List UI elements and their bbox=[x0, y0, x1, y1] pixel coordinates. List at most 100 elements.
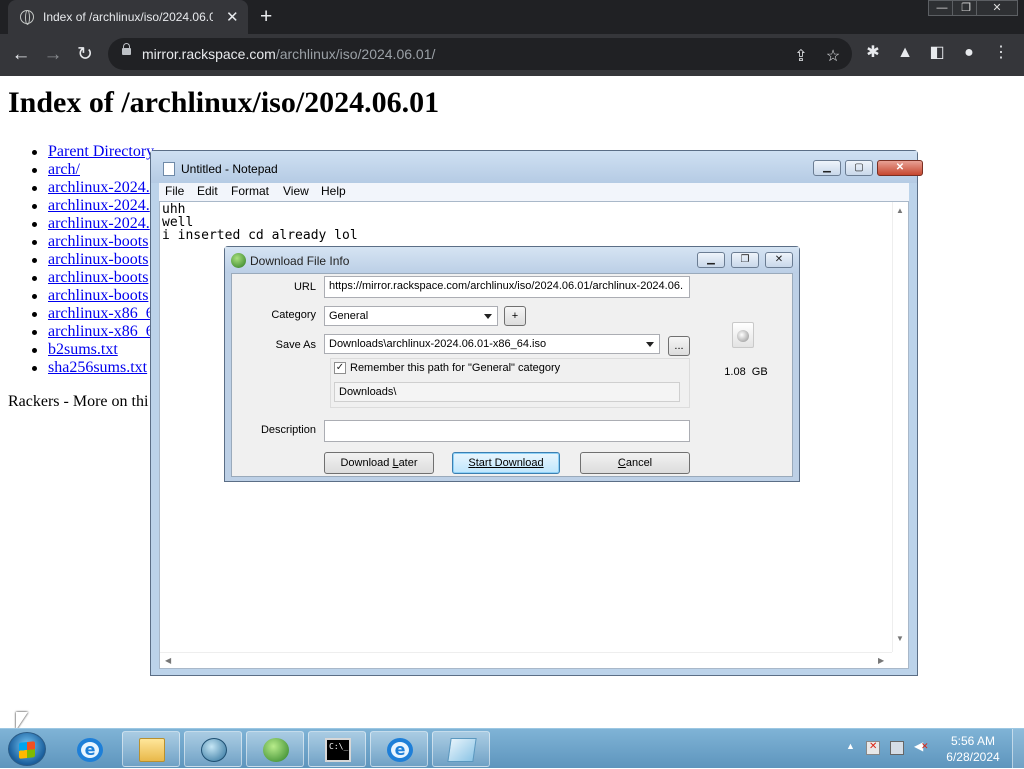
new-tab-button[interactable]: + bbox=[260, 5, 272, 29]
menu-help[interactable]: Help bbox=[321, 184, 346, 198]
dialog-titlebar[interactable]: Download File Info ▁ ❐ ✕ bbox=[225, 247, 799, 273]
list-item: archlinux-x86_6 bbox=[31, 323, 154, 341]
taskbar-chrome[interactable] bbox=[184, 731, 242, 767]
menu-view[interactable]: View bbox=[283, 184, 309, 198]
notepad-titlebar[interactable]: Untitled - Notepad ▁ ▢ ✕ bbox=[151, 151, 923, 183]
show-desktop-button[interactable] bbox=[1012, 729, 1024, 769]
menu-kebab-icon[interactable]: ⋮ bbox=[990, 42, 1012, 64]
notepad-close-button[interactable]: ✕ bbox=[877, 160, 923, 176]
start-button[interactable] bbox=[8, 732, 46, 766]
directory-link[interactable]: archlinux-boots bbox=[48, 233, 148, 250]
menu-edit[interactable]: Edit bbox=[197, 184, 218, 198]
dialog-body: URL https://mirror.rackspace.com/archlin… bbox=[231, 273, 793, 477]
directory-link[interactable]: archlinux-2024. bbox=[48, 215, 150, 232]
list-item: Parent Directory bbox=[31, 143, 154, 161]
description-field[interactable] bbox=[324, 420, 690, 442]
directory-link[interactable]: archlinux-boots bbox=[48, 287, 148, 304]
taskbar-ie[interactable]: e bbox=[370, 731, 428, 767]
chevron-down-icon bbox=[646, 342, 654, 347]
address-bar[interactable]: mirror.rackspace.com/archlinux/iso/2024.… bbox=[108, 38, 852, 70]
labs-flask-icon[interactable]: ▲ bbox=[894, 42, 916, 64]
button-text: S bbox=[468, 457, 476, 469]
button-text: ater bbox=[398, 457, 418, 469]
forward-arrow-icon[interactable]: → bbox=[40, 42, 66, 68]
internet-explorer-icon: e bbox=[77, 738, 103, 762]
notepad-icon bbox=[447, 738, 477, 762]
notepad-title: Untitled - Notepad bbox=[181, 162, 278, 176]
taskbar-ie-pinned[interactable]: e bbox=[60, 731, 118, 767]
notepad-maximize-button[interactable]: ▢ bbox=[845, 160, 873, 176]
horizontal-scrollbar[interactable]: ◀ ▶ bbox=[160, 652, 892, 668]
scroll-up-icon[interactable]: ▲ bbox=[896, 206, 904, 215]
browser-toolbar: ← → ↻ mirror.rackspace.com/archlinux/iso… bbox=[0, 34, 1024, 76]
bookmark-star-icon[interactable]: ☆ bbox=[822, 46, 844, 68]
share-icon[interactable]: ⇪ bbox=[790, 46, 812, 68]
download-later-button[interactable]: Download Later bbox=[324, 452, 434, 474]
page-footer: Rackers - More on thi bbox=[8, 393, 149, 410]
taskbar-notepad[interactable] bbox=[432, 731, 490, 767]
back-arrow-icon[interactable]: ← bbox=[8, 42, 34, 68]
chevron-down-icon bbox=[484, 314, 492, 319]
description-label: Description bbox=[260, 424, 316, 436]
cancel-button[interactable]: Cancel bbox=[580, 452, 690, 474]
dialog-restore-button[interactable]: ❐ bbox=[731, 252, 759, 268]
download-dialog: Download File Info ▁ ❐ ✕ URL https://mir… bbox=[224, 246, 800, 482]
list-item: sha256sums.txt bbox=[31, 359, 154, 377]
scroll-right-icon[interactable]: ▶ bbox=[878, 656, 884, 665]
action-center-flag-icon[interactable]: ✕ bbox=[866, 741, 880, 755]
tab-close-icon[interactable]: ✕ bbox=[226, 8, 239, 26]
command-prompt-icon: C:\_ bbox=[325, 738, 351, 762]
remember-path-checkbox[interactable]: ✓ bbox=[334, 362, 346, 374]
directory-link[interactable]: archlinux-x86_6 bbox=[48, 305, 154, 322]
dialog-minimize-button[interactable]: ▁ bbox=[697, 252, 725, 268]
taskbar-cmd[interactable]: C:\_ bbox=[308, 731, 366, 767]
url-path: /archlinux/iso/2024.06.01/ bbox=[275, 46, 436, 62]
button-text: tart Download bbox=[475, 457, 544, 469]
url-field[interactable]: https://mirror.rackspace.com/archlinux/i… bbox=[324, 276, 690, 298]
file-size: 1.08 GB bbox=[724, 366, 768, 378]
category-select[interactable]: General bbox=[324, 306, 498, 326]
directory-link[interactable]: archlinux-boots bbox=[48, 269, 148, 286]
address-url: mirror.rackspace.com/archlinux/iso/2024.… bbox=[142, 46, 435, 62]
taskbar-explorer[interactable] bbox=[122, 731, 180, 767]
internet-explorer-icon: e bbox=[387, 738, 413, 762]
extensions-puzzle-icon[interactable]: ✱ bbox=[862, 42, 884, 64]
menu-format[interactable]: Format bbox=[231, 184, 269, 198]
directory-link[interactable]: archlinux-2024. bbox=[48, 197, 150, 214]
window-close-button[interactable]: ✕ bbox=[976, 0, 1018, 16]
directory-link[interactable]: arch/ bbox=[48, 161, 80, 178]
vertical-scrollbar[interactable]: ▲ ▼ bbox=[892, 202, 908, 652]
button-text: C bbox=[617, 457, 626, 469]
dialog-close-button[interactable]: ✕ bbox=[765, 252, 793, 268]
list-item: archlinux-2024. bbox=[31, 215, 154, 233]
taskbar-idm[interactable] bbox=[246, 731, 304, 767]
url-label: URL bbox=[293, 281, 316, 293]
directory-link[interactable]: sha256sums.txt bbox=[48, 359, 147, 376]
side-panel-icon[interactable]: ◧ bbox=[926, 42, 948, 64]
list-item: archlinux-boots bbox=[31, 269, 154, 287]
scroll-down-icon[interactable]: ▼ bbox=[896, 634, 904, 643]
tray-expand-icon[interactable]: ▲ bbox=[846, 741, 855, 751]
browse-button[interactable]: ... bbox=[668, 336, 690, 356]
start-download-button[interactable]: Start Download bbox=[452, 452, 560, 474]
reload-icon[interactable]: ↻ bbox=[72, 42, 98, 68]
scroll-left-icon[interactable]: ◀ bbox=[165, 656, 171, 665]
lock-icon bbox=[122, 43, 131, 55]
system-tray: ▲ ✕ ◀ ✕ 5:56 AM 6/28/2024 bbox=[846, 729, 1024, 769]
directory-link[interactable]: b2sums.txt bbox=[48, 341, 118, 358]
add-category-button[interactable]: + bbox=[504, 306, 526, 326]
menu-file[interactable]: File bbox=[165, 184, 184, 198]
saveas-select[interactable]: Downloads\archlinux-2024.06.01-x86_64.is… bbox=[324, 334, 660, 354]
category-value: General bbox=[329, 310, 369, 322]
volume-muted-icon[interactable]: ◀ ✕ bbox=[914, 739, 929, 755]
directory-link[interactable]: Parent Directory bbox=[48, 143, 154, 160]
globe-icon bbox=[20, 10, 34, 25]
directory-link[interactable]: archlinux-x86_6 bbox=[48, 323, 154, 340]
taskbar-clock[interactable]: 5:56 AM 6/28/2024 bbox=[942, 733, 1004, 765]
browser-tab[interactable]: Index of /archlinux/iso/2024.06.01/ ✕ bbox=[8, 0, 248, 34]
notepad-minimize-button[interactable]: ▁ bbox=[813, 160, 841, 176]
directory-link[interactable]: archlinux-boots bbox=[48, 251, 148, 268]
network-icon[interactable] bbox=[890, 741, 904, 755]
directory-link[interactable]: archlinux-2024. bbox=[48, 179, 150, 196]
profile-icon[interactable]: ● bbox=[958, 42, 980, 64]
